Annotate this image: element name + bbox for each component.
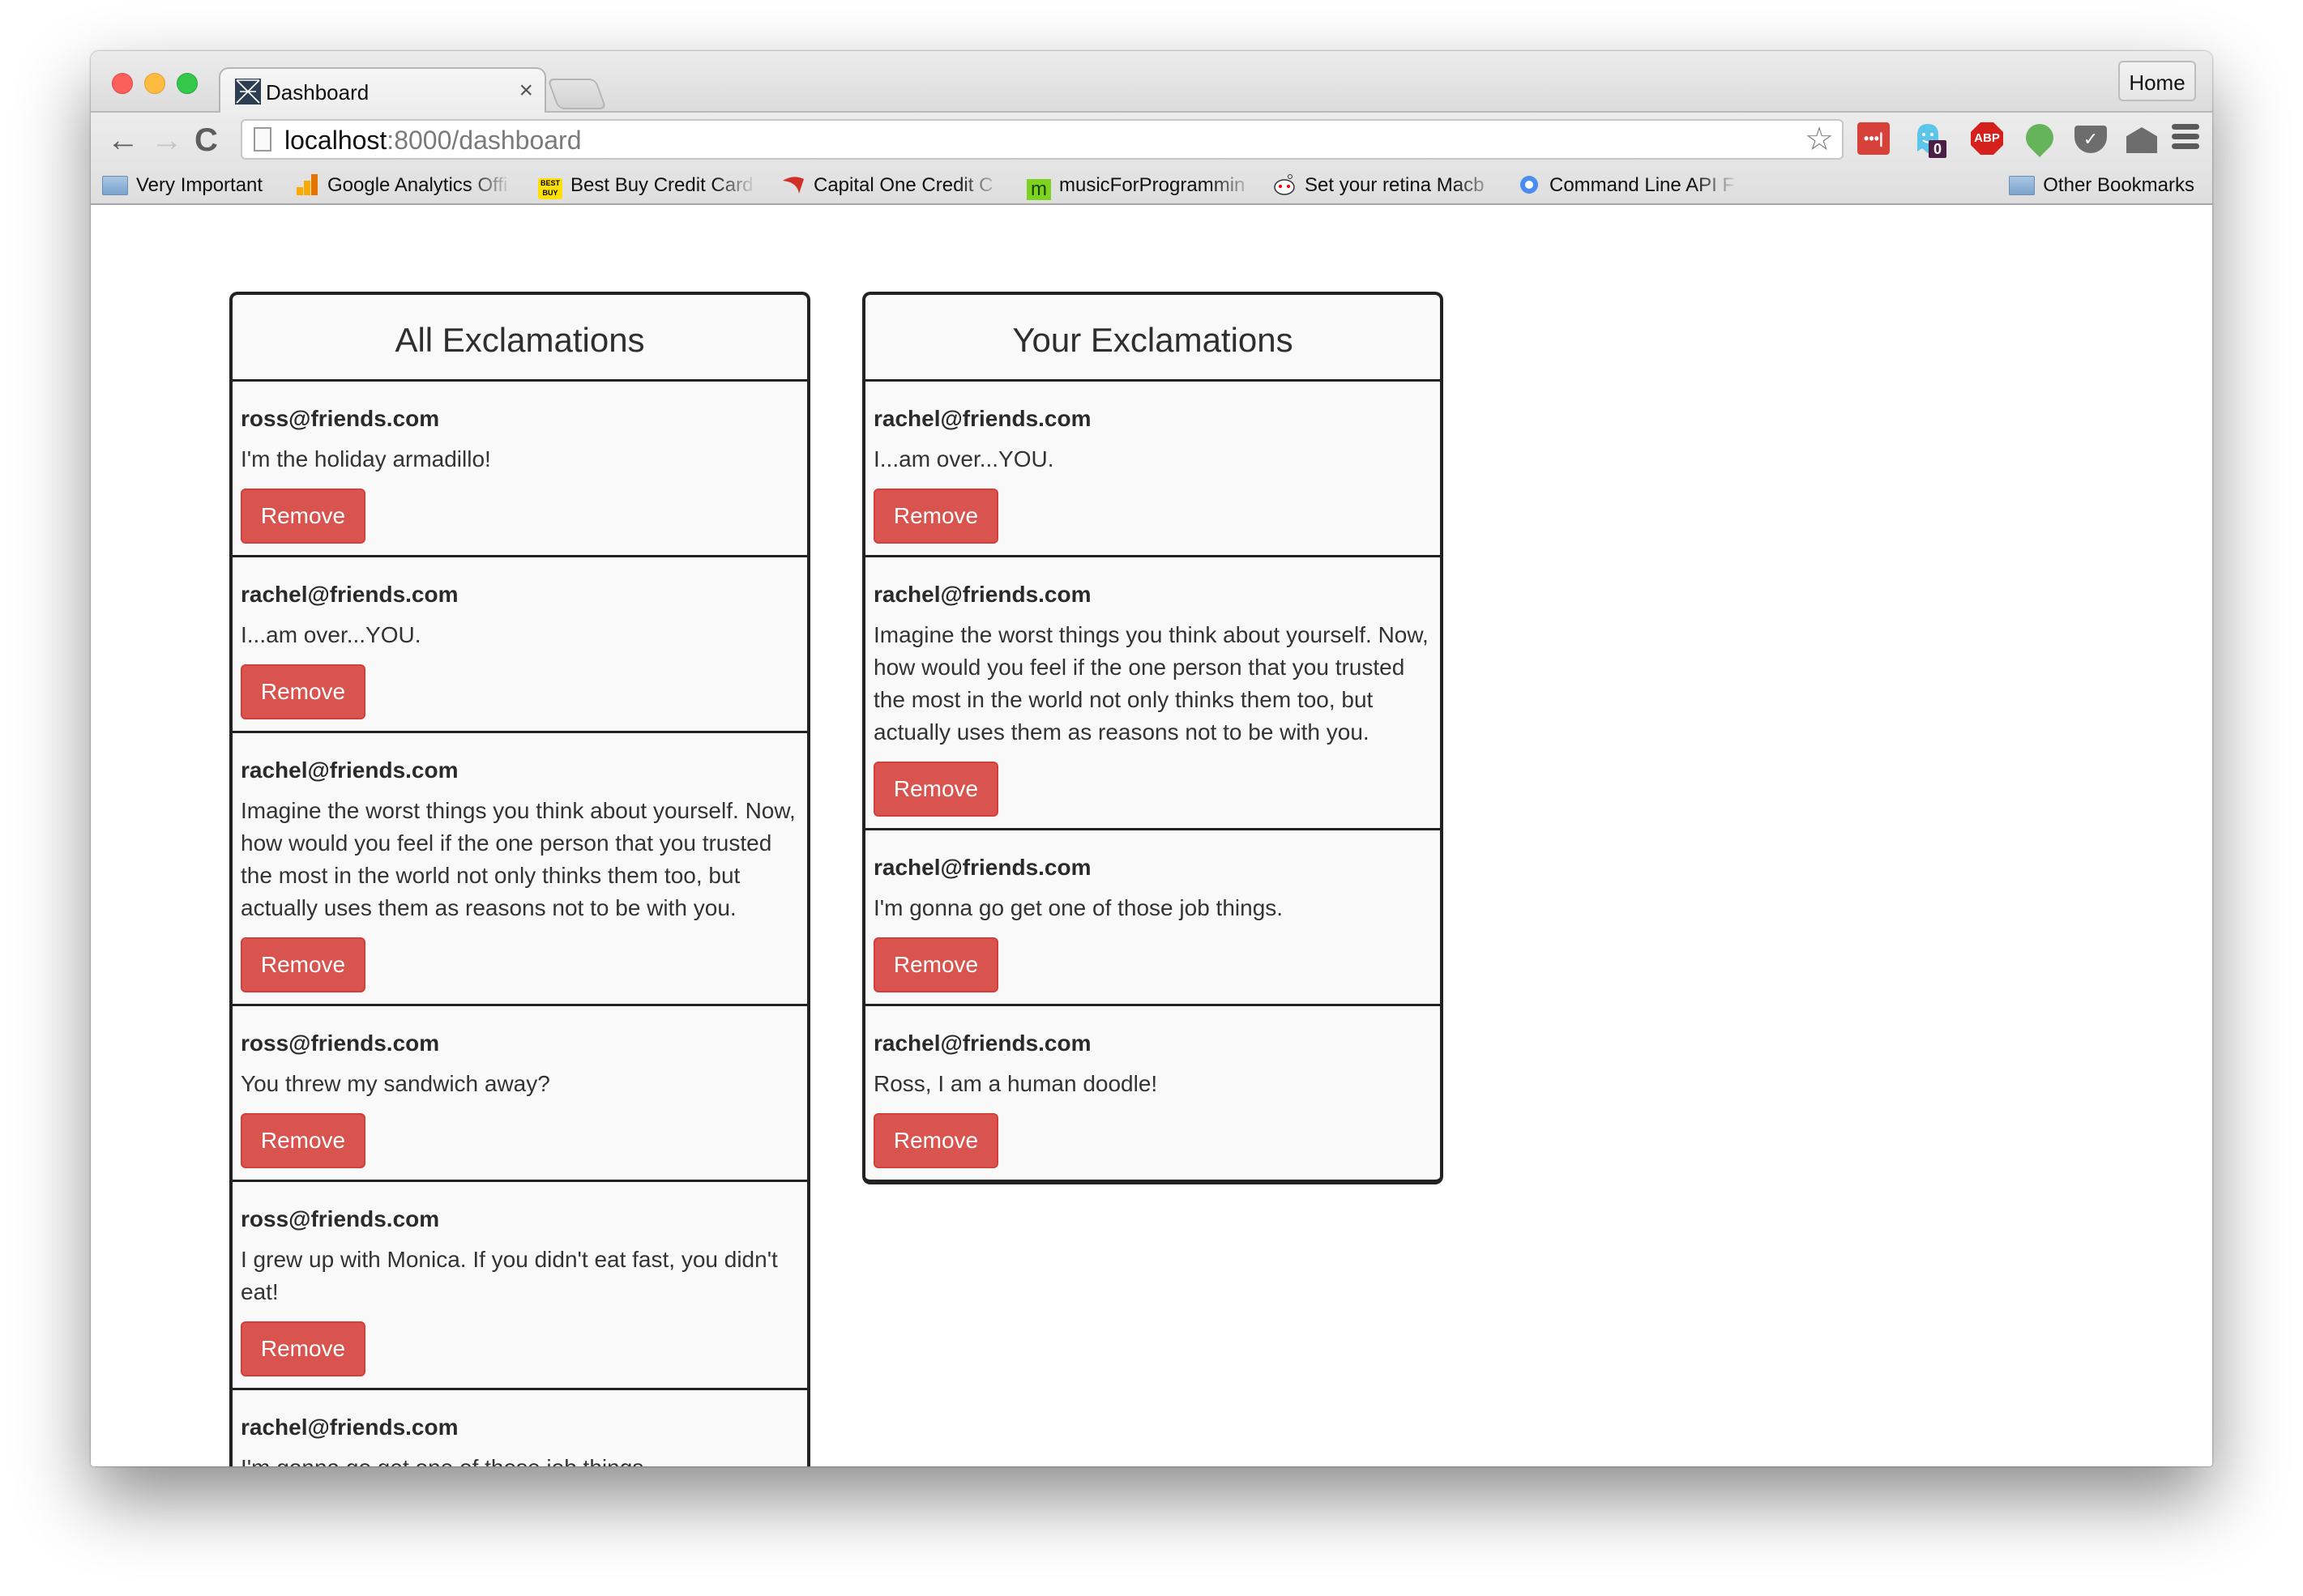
item-text: I'm the holiday armadillo!	[241, 446, 491, 472]
home-button[interactable]: Home	[2118, 61, 2196, 101]
your-exclamations-panel: Your Exclamations rachel@friends.com I..…	[862, 292, 1443, 1184]
list-item: ross@friends.com I'm the holiday armadil…	[233, 382, 807, 557]
all-exclamations-panel: All Exclamations ross@friends.com I'm th…	[229, 292, 810, 1466]
item-email: ross@friends.com	[241, 1206, 440, 1231]
evernote-icon[interactable]	[2019, 117, 2060, 158]
bookmark-label: Best Buy Credit Card	[570, 174, 754, 196]
bookmark-label: musicForProgrammin	[1059, 174, 1246, 196]
dashboard-favicon-icon	[235, 79, 261, 105]
item-email: ross@friends.com	[241, 1031, 440, 1056]
item-text: Imagine the worst things you think about…	[874, 622, 1429, 745]
page-content: All Exclamations ross@friends.com I'm th…	[91, 205, 2212, 1466]
reload-icon[interactable]: C	[194, 124, 218, 156]
remove-button[interactable]: Remove	[241, 664, 365, 719]
other-bookmarks[interactable]: Other Bookmarks	[2009, 174, 2194, 197]
tab-dashboard[interactable]: Dashboard ×	[219, 67, 546, 114]
item-text: Ross, I am a human doodle!	[874, 1071, 1158, 1096]
command-line-api-icon	[1517, 174, 1541, 195]
bookmark-label: Google Analytics Offi	[327, 174, 508, 196]
inbox-icon[interactable]	[2126, 127, 2157, 153]
item-email: rachel@friends.com	[874, 582, 1092, 607]
bookmark-music-for-programming[interactable]: m musicForProgrammin	[1027, 174, 1255, 200]
item-email: rachel@friends.com	[874, 406, 1092, 431]
bookmark-command-line-api[interactable]: Command Line API F	[1517, 174, 1739, 197]
item-email: rachel@friends.com	[241, 1415, 459, 1440]
close-window-button[interactable]	[112, 73, 133, 94]
forward-arrow-icon[interactable]: →	[151, 124, 183, 156]
bookmark-label: Very Important	[136, 174, 263, 196]
bookmark-label: Command Line API F	[1549, 174, 1735, 196]
remove-button[interactable]: Remove	[241, 1321, 365, 1376]
google-analytics-icon	[295, 174, 319, 195]
bookmark-retina-macbook[interactable]: Set your retina Macb	[1272, 174, 1499, 197]
list-item: ross@friends.com You threw my sandwich a…	[233, 1006, 807, 1182]
minimize-window-button[interactable]	[144, 73, 165, 94]
list-item: rachel@friends.com I'm gonna go get one …	[233, 1390, 807, 1466]
capital-one-icon	[781, 174, 805, 195]
pocket-icon[interactable]: ✓	[2074, 126, 2107, 153]
url-host: localhost	[284, 126, 387, 155]
remove-button[interactable]: Remove	[874, 489, 998, 544]
other-bookmarks-label: Other Bookmarks	[2043, 174, 2194, 196]
bookmark-google-analytics[interactable]: Google Analytics Offi	[295, 174, 512, 197]
list-item: rachel@friends.com Imagine the worst thi…	[865, 557, 1440, 830]
browser-window: Dashboard × Home ← → C localhost:8000/da…	[91, 51, 2212, 1466]
music-m-icon: m	[1027, 179, 1051, 200]
item-text: I grew up with Monica. If you didn't eat…	[241, 1247, 778, 1304]
adblock-plus-icon[interactable]: ABP	[1971, 122, 2003, 155]
tab-close-icon[interactable]: ×	[519, 77, 533, 105]
tab-strip: Dashboard × Home	[91, 51, 2212, 114]
folder-icon	[2009, 176, 2036, 195]
bookmark-star-icon[interactable]: ☆	[1805, 121, 1834, 158]
best-buy-icon: BEST BUY	[538, 178, 562, 199]
new-tab-button[interactable]	[547, 79, 607, 109]
list-item: rachel@friends.com Ross, I am a human do…	[865, 1006, 1440, 1180]
zoom-window-button[interactable]	[177, 73, 198, 94]
item-email: rachel@friends.com	[241, 757, 459, 783]
toolbar: ← → C localhost:8000/dashboard ☆ •••| 0 …	[91, 113, 2212, 205]
item-text: I'm gonna go get one of those job things…	[874, 895, 1284, 920]
lastpass-icon[interactable]: •••|	[1857, 122, 1890, 155]
remove-button[interactable]: Remove	[874, 1113, 998, 1168]
remove-button[interactable]: Remove	[874, 762, 998, 817]
list-item: rachel@friends.com I...am over...YOU. Re…	[865, 382, 1440, 557]
item-email: rachel@friends.com	[241, 582, 459, 607]
reddit-icon	[1272, 174, 1297, 195]
item-email: rachel@friends.com	[874, 855, 1092, 880]
folder-icon	[102, 176, 128, 195]
address-bar[interactable]: localhost:8000/dashboard ☆	[241, 119, 1844, 160]
bookmark-label: Set your retina Macb	[1305, 174, 1485, 196]
list-item: rachel@friends.com I'm gonna go get one …	[865, 830, 1440, 1006]
panel-title: Your Exclamations	[865, 295, 1440, 382]
back-arrow-icon[interactable]: ←	[107, 124, 139, 156]
remove-button[interactable]: Remove	[241, 937, 365, 992]
item-email: ross@friends.com	[241, 406, 440, 431]
item-text: I'm gonna go get one of those job things…	[241, 1452, 799, 1466]
bookmark-very-important[interactable]: Very Important	[102, 174, 263, 197]
item-text: I...am over...YOU.	[241, 622, 421, 647]
item-text: You threw my sandwich away?	[241, 1071, 550, 1096]
list-item: ross@friends.com I grew up with Monica. …	[233, 1182, 807, 1390]
bookmark-best-buy[interactable]: BEST BUY Best Buy Credit Card	[538, 174, 757, 199]
url-path: :8000/dashboard	[387, 126, 582, 155]
panel-title: All Exclamations	[233, 295, 807, 382]
remove-button[interactable]: Remove	[241, 489, 365, 544]
url-text[interactable]: localhost:8000/dashboard	[284, 126, 582, 156]
bookmarks-bar: Very Important Google Analytics Offi BES…	[91, 164, 2212, 203]
list-item: rachel@friends.com I...am over...YOU. Re…	[233, 557, 807, 733]
item-email: rachel@friends.com	[874, 1031, 1092, 1056]
bookmark-label: Capital One Credit C	[814, 174, 993, 196]
item-text: Imagine the worst things you think about…	[241, 798, 796, 920]
menu-icon[interactable]	[2172, 124, 2199, 153]
ghostery-badge: 0	[1929, 140, 1946, 158]
remove-button[interactable]: Remove	[874, 937, 998, 992]
list-item: rachel@friends.com Imagine the worst thi…	[233, 733, 807, 1006]
item-text: I...am over...YOU.	[874, 446, 1054, 472]
bookmark-capital-one[interactable]: Capital One Credit C	[781, 174, 1002, 197]
page-icon	[254, 127, 271, 151]
tab-title: Dashboard	[266, 80, 370, 105]
remove-button[interactable]: Remove	[241, 1113, 365, 1168]
